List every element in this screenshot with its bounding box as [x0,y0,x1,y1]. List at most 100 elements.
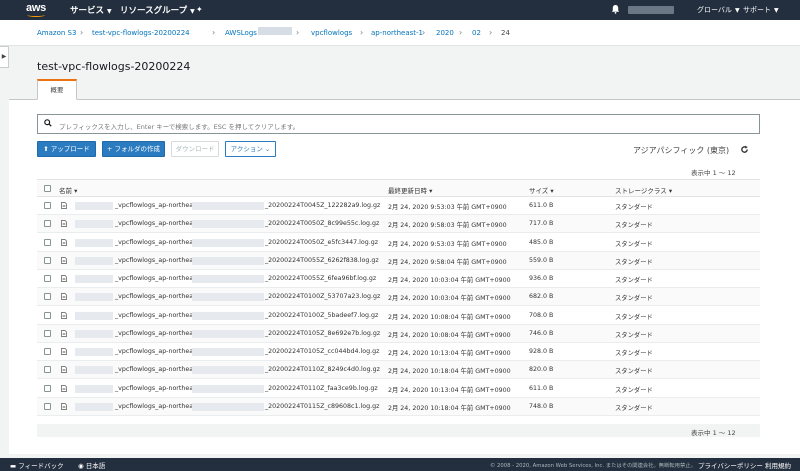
object-name-end[interactable]: _20200224T0055Z_6262f838.log.gz [265,257,379,264]
last-modified: 2月 24, 2020 10:08:04 午前 GMT+0900 [388,313,511,321]
object-name-mid[interactable]: _vpcflowlogs_ap-northeast- [115,403,201,410]
object-name-mid[interactable]: _vpcflowlogs_ap-northeast- [115,239,201,246]
language-selector[interactable]: ◉ 日本語 [78,460,105,470]
table-row[interactable]: _vpcflowlogs_ap-northeast- _20200224T0100… [37,307,760,325]
object-name-end[interactable]: _20200224T0050Z_8c99e55c.log.gz [265,220,379,227]
actions-button[interactable]: アクション ⌄ [225,141,276,157]
row-checkbox[interactable] [44,329,51,337]
aws-logo-text: aws [26,2,46,14]
row-checkbox[interactable] [44,384,51,392]
row-checkbox[interactable] [44,256,51,264]
table-row[interactable]: _vpcflowlogs_ap-northeast- _20200224T0105… [37,324,760,343]
row-checkbox[interactable] [44,348,51,355]
tab-overview[interactable]: 概要 [37,79,77,100]
row-checkbox[interactable] [44,238,51,246]
row-checkbox[interactable] [44,402,51,410]
breadcrumb-awslogs[interactable]: AWSLogs [225,29,257,37]
table-row[interactable]: _vpcflowlogs_ap-northeast- _20200224T0045… [37,197,760,215]
object-name-end[interactable]: _20200224T0105Z_cc044bd4.log.gz [265,348,379,355]
object-name-mid[interactable]: _vpcflowlogs_ap-northeast- [115,312,201,319]
search-input[interactable]: プレフィックスを入力し、Enter キーで検索します。ESC を押してクリアしま… [37,114,760,134]
select-all-checkbox[interactable] [44,185,51,192]
object-name-end[interactable]: _20200224T0105Z_8e692e7b.log.gz [265,330,380,337]
bell-icon[interactable] [611,4,620,14]
refresh-icon[interactable] [740,145,749,154]
upload-button[interactable]: ⬆ アップロード [37,141,96,157]
object-name-end[interactable]: _20200224T0045Z_122282a9.log.gz [265,202,380,209]
object-name-end[interactable]: _20200224T0100Z_53707a23.log.gz [265,293,380,300]
sidebar-toggle[interactable]: ▶ [0,46,9,68]
table-footer [37,424,760,437]
object-name-mid[interactable]: _vpcflowlogs_ap-northeast- [115,275,201,282]
breadcrumb-bucket[interactable]: test-vpc-flowlogs-20200224 [92,29,190,37]
row-checkbox[interactable] [44,275,51,282]
resource-groups-menu[interactable]: リソースグループ ▼ [120,4,195,16]
redacted-account-id [75,202,113,210]
object-name-mid[interactable]: _vpcflowlogs_ap-northeast- [115,385,201,392]
storage-class: スタンダード [615,331,653,339]
download-button[interactable]: ダウンロード [171,141,219,157]
object-name-end[interactable]: _20200224T0110Z_8249c4d0.log.gz [265,366,380,373]
object-name-mid[interactable]: _vpcflowlogs_ap-northeast- [115,220,201,227]
storage-class: スタンダード [615,258,653,266]
table-row[interactable]: _vpcflowlogs_ap-northeast- _20200224T0110… [37,380,760,398]
row-checkbox[interactable] [44,293,51,301]
object-size: 708.0 B [529,311,554,319]
redacted-vpc-id [192,329,264,338]
row-checkbox[interactable] [44,202,51,209]
breadcrumb-redacted-account[interactable] [258,27,292,35]
aws-logo[interactable]: aws [26,3,48,17]
privacy-policy-link[interactable]: プライバシーポリシー [698,460,763,470]
breadcrumb-region[interactable]: ap-northeast-1 [371,29,423,37]
row-checkbox[interactable] [44,366,51,374]
object-name-mid[interactable]: _vpcflowlogs_ap-northeast- [115,348,201,355]
create-folder-button[interactable]: + フォルダの作成 [102,141,165,157]
redacted-vpc-id [192,293,264,302]
breadcrumb-vpcflowlogs[interactable]: vpcflowlogs [311,29,352,37]
table-row[interactable]: _vpcflowlogs_ap-northeast- _20200224T0100… [37,288,760,307]
support-menu[interactable]: サポート ▼ [743,5,779,15]
object-name-mid[interactable]: _vpcflowlogs_ap-northeast- [115,257,201,264]
column-name[interactable]: 名前 ▾ [59,185,77,195]
object-name-end[interactable]: _20200224T0115Z_c89608c1.log.gz [265,403,379,410]
object-name-end[interactable]: _20200224T0055Z_6fea96bf.log.gz [265,275,376,282]
file-icon [61,202,67,209]
object-size: 748.0 B [529,402,554,410]
chevron-right-icon: › [296,28,300,37]
feedback-link[interactable]: ▬ フィードバック [10,460,64,470]
table-row[interactable]: _vpcflowlogs_ap-northeast- _20200224T0055… [37,251,760,270]
account-menu[interactable] [628,6,674,14]
services-menu[interactable]: サービス ▼ [70,4,112,16]
column-modified[interactable]: 最終更新日時 ▾ [388,185,432,195]
row-checkbox[interactable] [44,220,51,228]
table-row[interactable]: _vpcflowlogs_ap-northeast- _20200224T0110… [37,361,760,380]
table-row[interactable]: _vpcflowlogs_ap-northeast- _20200224T0050… [37,234,760,252]
terms-link[interactable]: 利用規約 [765,460,791,470]
region-menu[interactable]: グローバル ▼ [697,5,740,15]
object-name-end[interactable]: _20200224T0100Z_5badeef7.log.gz [265,312,378,319]
resource-groups-label: リソースグループ [120,6,188,16]
table-row[interactable]: _vpcflowlogs_ap-northeast- _20200224T0115… [37,397,760,416]
object-size: 559.0 B [529,256,554,264]
storage-class: スタンダード [615,368,653,376]
column-storage-class[interactable]: ストレージクラス ▾ [615,185,672,195]
object-name-end[interactable]: _20200224T0050Z_e5fc3447.log.gz [265,239,378,246]
breadcrumb-amazon-s3[interactable]: Amazon S3 [37,29,76,37]
breadcrumb-month[interactable]: 02 [472,29,481,37]
breadcrumb-year[interactable]: 2020 [436,29,454,37]
object-name-mid[interactable]: _vpcflowlogs_ap-northeast- [115,366,201,373]
object-name-mid[interactable]: _vpcflowlogs_ap-northeast- [115,202,201,209]
object-name-mid[interactable]: _vpcflowlogs_ap-northeast- [115,330,201,337]
row-checkbox[interactable] [44,311,51,319]
storage-class: スタンダード [615,277,653,284]
object-name-mid[interactable]: _vpcflowlogs_ap-northeast- [115,293,201,300]
object-size: 936.0 B [529,275,554,282]
table-row[interactable]: _vpcflowlogs_ap-northeast- _20200224T0050… [37,215,760,234]
object-name-end[interactable]: _20200224T0110Z_faa3ce9b.log.gz [265,385,378,392]
column-size[interactable]: サイズ ▾ [529,185,554,195]
breadcrumb-current: 24 [501,29,510,37]
column-name-label: 名前 [59,187,72,195]
table-row[interactable]: _vpcflowlogs_ap-northeast- _20200224T0055… [37,270,760,288]
table-row[interactable]: _vpcflowlogs_ap-northeast- _20200224T0105… [37,343,760,361]
pin-icon[interactable]: ✦ [196,5,203,14]
